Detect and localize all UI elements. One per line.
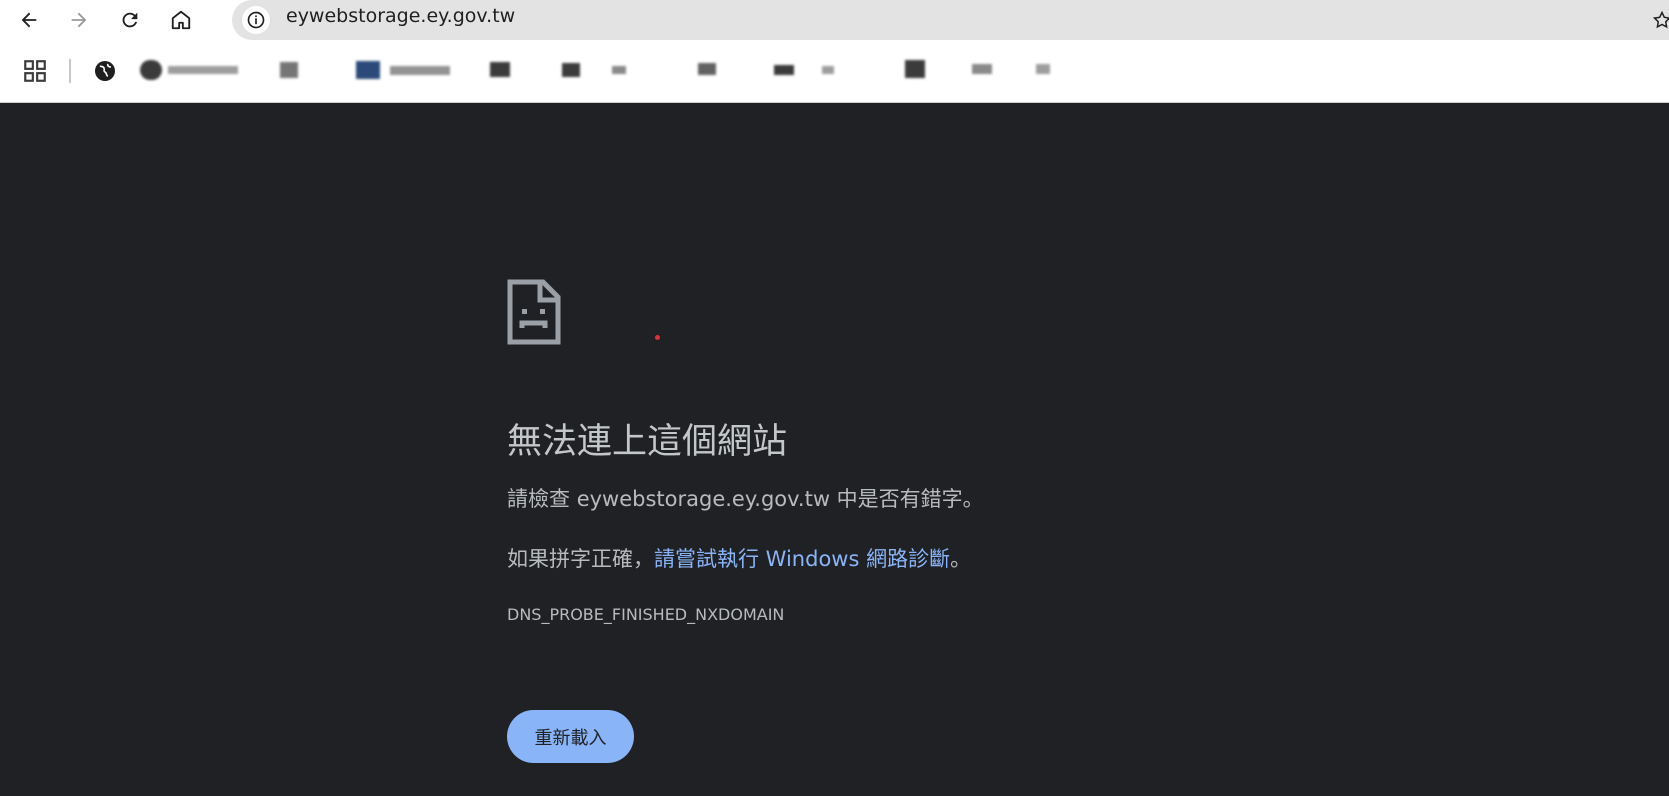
- home-icon: [171, 10, 191, 30]
- bookmark-item-10[interactable]: [1034, 58, 1070, 82]
- error-title: 無法連上這個網站: [507, 422, 788, 462]
- diagnostics-message: 如果拼字正確，請嘗試執行 Windows 網路診斷。: [507, 543, 971, 573]
- bookmark-item-1[interactable]: [140, 58, 245, 82]
- bookmark-item-5[interactable]: [562, 58, 637, 82]
- url-text[interactable]: eywebstorage.ey.gov.tw: [286, 0, 515, 40]
- red-dot-marker: [655, 335, 660, 340]
- reload-icon: [122, 12, 138, 28]
- bookmark-item-7[interactable]: [774, 58, 844, 82]
- bookmark-item-6[interactable]: [696, 58, 724, 82]
- spelling-suffix: 。: [950, 547, 972, 571]
- bookmark-item-2[interactable]: [278, 58, 308, 82]
- windows-diagnostics-link[interactable]: 請嘗試執行 Windows 網路診斷: [654, 547, 950, 571]
- check-prefix: 請檢查: [507, 487, 577, 511]
- address-bar[interactable]: eywebstorage.ey.gov.tw: [232, 0, 1669, 40]
- info-icon: [247, 11, 265, 29]
- bookmarks-divider: [69, 59, 71, 83]
- sad-document-icon: [507, 279, 561, 345]
- spelling-prefix: 如果拼字正確，: [507, 547, 654, 571]
- home-button[interactable]: [163, 2, 199, 38]
- arrow-right-icon: [71, 12, 87, 28]
- bookmark-item-4[interactable]: [488, 58, 516, 82]
- browser-toolbar: eywebstorage.ey.gov.tw: [0, 0, 1669, 40]
- check-typo-message: 請檢查 eywebstorage.ey.gov.tw 中是否有錯字。: [507, 483, 984, 513]
- error-code: DNS_PROBE_FINISHED_NXDOMAIN: [507, 605, 785, 624]
- arrow-left-icon: [21, 12, 37, 28]
- bookmark-item-9[interactable]: [970, 58, 1000, 82]
- reload-button[interactable]: 重新載入: [507, 710, 634, 763]
- bookmark-item-8[interactable]: [903, 58, 931, 82]
- globe-icon[interactable]: [93, 59, 117, 83]
- reload-toolbar-button[interactable]: [112, 2, 148, 38]
- bookmarks-bar: [0, 40, 1669, 103]
- check-host: eywebstorage.ey.gov.tw: [576, 487, 830, 511]
- star-icon[interactable]: [1652, 10, 1669, 30]
- apps-grid-icon[interactable]: [22, 58, 48, 84]
- check-suffix: 中是否有錯字。: [830, 487, 984, 511]
- site-info-button[interactable]: [242, 6, 270, 34]
- forward-button[interactable]: [61, 2, 97, 38]
- bookmark-item-3[interactable]: [356, 58, 461, 82]
- error-page: 無法連上這個網站 請檢查 eywebstorage.ey.gov.tw 中是否有…: [0, 103, 1669, 796]
- back-button[interactable]: [11, 2, 47, 38]
